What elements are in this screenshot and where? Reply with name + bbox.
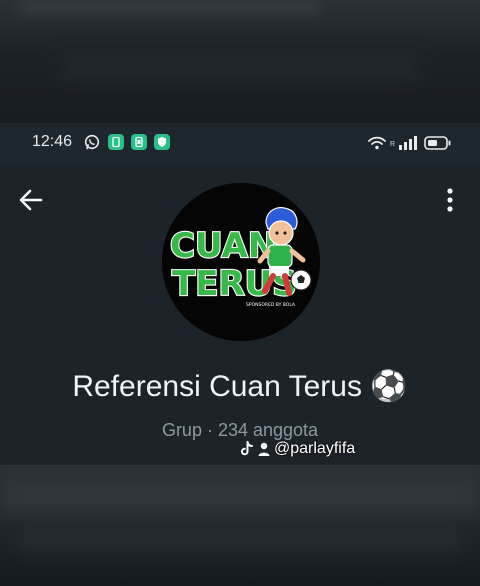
group-info-header: CUAN TERUS SPONSORED BY BOLA Referensi C… — [0, 163, 480, 465]
whatsapp-icon — [84, 134, 100, 150]
wifi-icon — [367, 135, 387, 156]
blur-smear — [20, 531, 460, 553]
group-avatar[interactable]: CUAN TERUS SPONSORED BY BOLA — [162, 183, 320, 341]
network-label: R — [390, 141, 396, 148]
user-icon — [258, 442, 270, 456]
group-name-text: Referensi Cuan Terus — [72, 370, 362, 403]
blur-smear — [60, 60, 420, 78]
more-vert-icon — [447, 188, 453, 212]
signal-icon — [398, 135, 418, 156]
logo-tagline: SPONSORED BY BOLA — [246, 302, 296, 308]
tiktok-icon — [240, 441, 253, 456]
back-button[interactable] — [16, 185, 46, 215]
group-name: Referensi Cuan Terus ⚽ — [0, 369, 480, 404]
blur-smear — [0, 483, 480, 513]
status-bar: 12:46 R — [0, 123, 480, 163]
arrow-left-icon — [19, 189, 43, 211]
blur-smear — [20, 0, 320, 14]
group-logo: CUAN TERUS SPONSORED BY BOLA — [162, 183, 320, 341]
status-time: 12:46 — [32, 133, 73, 150]
blurred-background-bottom — [0, 465, 480, 586]
watermark-handle: @parlayfifa — [274, 440, 356, 457]
shield-icon — [154, 134, 170, 150]
battery-icon — [424, 136, 452, 155]
blurred-background-top — [0, 0, 480, 123]
group-name-emoji: ⚽ — [370, 370, 408, 403]
tiktok-watermark: @parlayfifa — [240, 438, 355, 460]
app-icon — [131, 134, 147, 150]
soccer-ball-icon — [290, 269, 312, 291]
app-icon — [108, 134, 124, 150]
more-options-button[interactable] — [438, 185, 462, 215]
